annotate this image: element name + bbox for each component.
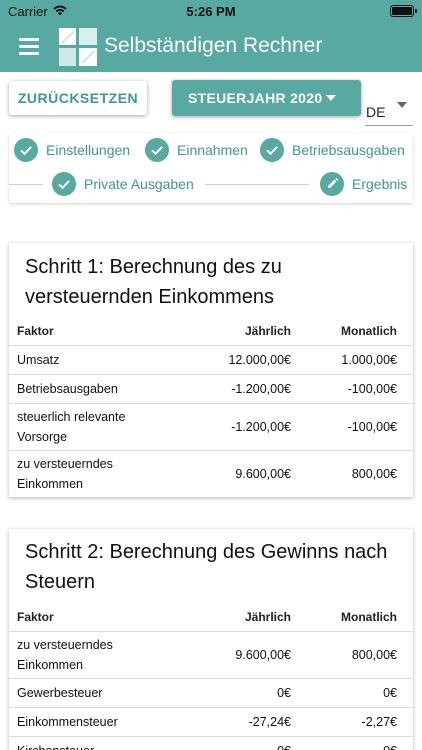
table-row: Gewerbesteuer 0€ 0€: [9, 678, 413, 708]
monthly-value: -100,00€: [307, 374, 413, 404]
tax-year-label: STEUERJAHR 2020: [188, 90, 323, 106]
app-title: Selbständigen Rechner: [104, 34, 323, 57]
row-label: Einkommensteuer: [9, 707, 205, 737]
step-connector: [205, 184, 309, 185]
step-label: Private Ausgaben: [84, 176, 194, 192]
row-label: zu versteuerndes Einkommen: [9, 631, 205, 679]
reset-button[interactable]: ZURÜCKSETZEN: [9, 81, 147, 115]
monthly-value: 0€: [307, 678, 413, 708]
row-label: Betriebsausgaben: [9, 374, 205, 404]
table-header-row: Faktor Jährlich Monatlich: [9, 603, 413, 632]
section-title: Schritt 1: Berechnung des zu versteuernd…: [25, 256, 282, 308]
monthly-value: -2,27€: [307, 707, 413, 737]
monthly-value: 1.000,00€: [307, 345, 413, 375]
step-label: Betriebsausgaben: [292, 142, 405, 158]
app-bar: Selbständigen Rechner: [0, 22, 422, 72]
yearly-value: -1.200,00€: [205, 374, 307, 404]
tax-year-select[interactable]: STEUERJAHR 2020: [172, 80, 361, 116]
yearly-value: 9.600,00€: [205, 631, 307, 679]
monthly-value: 0€: [307, 736, 413, 750]
row-label: Umsatz: [9, 345, 205, 375]
table-row: Kirchensteuer 0€ 0€: [9, 736, 413, 750]
monthly-value: 800,00€: [307, 631, 413, 679]
section-card-1: Schritt 1: Berechnung des zu versteuernd…: [9, 243, 413, 497]
pencil-icon: [320, 172, 344, 196]
yearly-value: -27,24€: [205, 707, 307, 737]
table-row: steuerlich relevante Vorsorge -1.200,00€…: [9, 403, 413, 451]
language-value: DE: [366, 104, 386, 120]
step-private-ausgaben[interactable]: Private Ausgaben: [52, 172, 212, 198]
table-row: Betriebsausgaben -1.200,00€ -100,00€: [9, 374, 413, 404]
yearly-value: -1.200,00€: [205, 403, 307, 451]
result-table-1: Faktor Jährlich Monatlich Umsatz 12.000,…: [9, 317, 413, 497]
step-label: Einstellungen: [46, 142, 131, 158]
battery-icon: [390, 5, 417, 17]
column-header: Jährlich: [205, 603, 307, 632]
chevron-down-icon: [326, 95, 336, 101]
monthly-value: -100,00€: [307, 403, 413, 451]
column-header: Faktor: [9, 317, 205, 346]
yearly-value: 0€: [205, 736, 307, 750]
step-ergebnis[interactable]: Ergebnis: [320, 172, 412, 198]
yearly-value: 9.600,00€: [235, 466, 291, 481]
table-row: Einkommensteuer -27,24€ -2,27€: [9, 707, 413, 737]
check-icon: [260, 138, 284, 162]
menu-icon[interactable]: [19, 38, 39, 55]
clock: 5:26 PM: [186, 4, 236, 19]
check-icon: [14, 138, 38, 162]
app-logo-icon: [59, 28, 97, 66]
column-header: Monatlich: [307, 317, 413, 346]
row-label: Gewerbesteuer: [9, 678, 205, 708]
column-header: Monatlich: [307, 603, 413, 632]
table-row: zu versteuerndes Einkommen 9.600,00€ 800…: [9, 450, 413, 497]
chevron-down-icon: [397, 102, 407, 108]
section-card-2: Schritt 2: Berechnung des Gewinns nach S…: [9, 529, 413, 750]
step-einnahmen[interactable]: Einnahmen: [145, 138, 255, 164]
step-label: Einnahmen: [177, 142, 248, 158]
row-label: zu versteuerndes Einkommen: [17, 456, 113, 491]
status-bar: Carrier 5:26 PM: [0, 0, 422, 22]
row-label: Kirchensteuer: [9, 736, 205, 750]
table-row: zu versteuerndes Einkommen 9.600,00€ 800…: [9, 631, 413, 679]
table-row: Umsatz 12.000,00€ 1.000,00€: [9, 345, 413, 375]
check-icon: [145, 138, 169, 162]
table-header-row: Faktor Jährlich Monatlich: [9, 317, 413, 346]
yearly-value: 12.000,00€: [205, 345, 307, 375]
step-connector: [9, 184, 43, 185]
yearly-value: 0€: [205, 678, 307, 708]
monthly-value: 800,00€: [351, 466, 397, 481]
result-table-2: Faktor Jährlich Monatlich zu versteuernd…: [9, 603, 413, 750]
step-label: Ergebnis: [352, 176, 408, 192]
step-betriebsausgaben[interactable]: Betriebsausgaben: [260, 138, 410, 164]
language-select[interactable]: DE: [365, 96, 413, 126]
section-title: Schritt 2: Berechnung des Gewinns nach S…: [25, 541, 388, 593]
column-header: Faktor: [9, 603, 205, 632]
row-label: steuerlich relevante Vorsorge: [9, 403, 205, 451]
column-header: Jährlich: [205, 317, 307, 346]
step-einstellungen[interactable]: Einstellungen: [14, 138, 134, 164]
check-icon: [52, 172, 76, 196]
